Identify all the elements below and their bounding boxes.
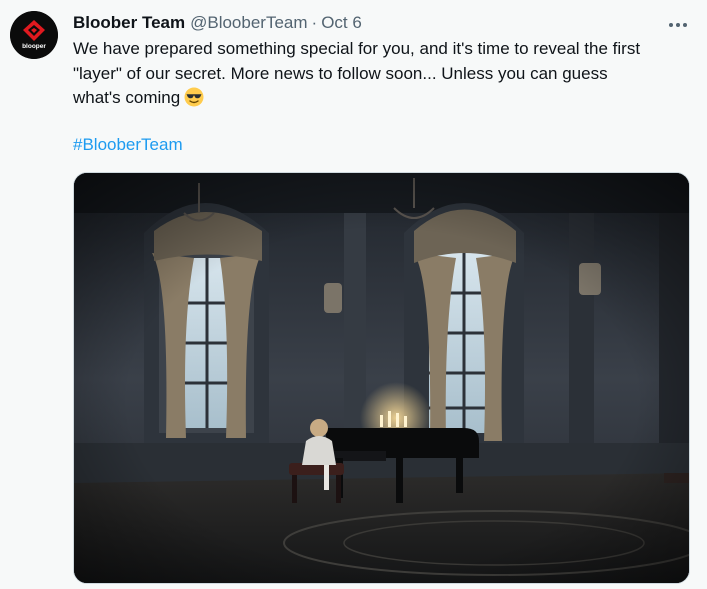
girl-playing-grand-piano-icon (74, 173, 689, 583)
tweet-text-line-3-text: what's coming (73, 88, 181, 107)
hashtag-link[interactable]: #BlooberTeam (73, 133, 183, 157)
tweet-card[interactable]: blooper Bloober Team @BlooberTeam · Oct … (0, 0, 707, 589)
separator-dot: · (311, 13, 318, 32)
more-options-button[interactable] (665, 10, 691, 36)
avatar[interactable]: blooper (10, 11, 58, 59)
display-name[interactable]: Bloober Team (73, 12, 185, 34)
tweet-text: We have prepared something special for y… (73, 37, 693, 111)
user-handle[interactable]: @BlooberTeam (190, 12, 307, 34)
tweet-header: Bloober Team @BlooberTeam · Oct 6 (73, 12, 362, 34)
smiling-face-with-sunglasses-icon (184, 87, 204, 107)
tweet-text-line-1: We have prepared something special for y… (73, 39, 641, 58)
tweet-date[interactable]: Oct 6 (321, 12, 362, 34)
more-horizontal-icon (668, 14, 689, 32)
tweet-media-photo[interactable] (73, 172, 690, 584)
tweet-text-line-2: "layer" of our secret. More news to foll… (73, 63, 608, 83)
avatar-logo-text: blooper (22, 43, 46, 50)
tweet-text-line-3: what's coming (73, 86, 693, 111)
bloober-logo-icon: blooper (10, 11, 58, 59)
